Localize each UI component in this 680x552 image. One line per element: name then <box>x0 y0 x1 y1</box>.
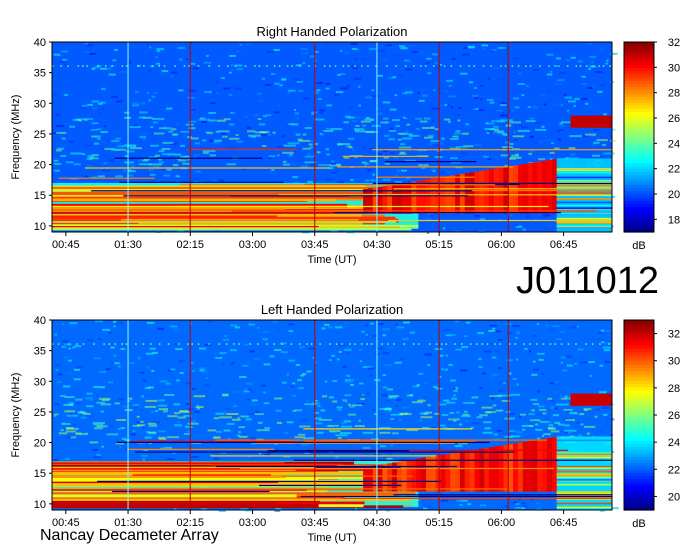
colorbar-tick-label: 30 <box>668 356 680 368</box>
x-tick-label: 05:15 <box>425 239 453 251</box>
colorbar-tick-label: 28 <box>668 383 680 395</box>
emission-patch <box>570 115 612 128</box>
y-tick-label: 40 <box>34 37 46 49</box>
x-tick-label: 06:45 <box>550 517 578 529</box>
y-tick-label: 15 <box>34 190 46 202</box>
y-tick-label: 25 <box>34 129 46 141</box>
colorbar-tick-label: 32 <box>668 37 680 49</box>
x-tick-label: 03:00 <box>239 517 267 529</box>
y-axis-label: Frequency (MHz) <box>10 95 22 180</box>
colorbar-tick-label: 32 <box>668 329 680 341</box>
x-tick-label: 06:00 <box>488 239 516 251</box>
colorbar-tick-label: 20 <box>668 189 680 201</box>
emission-patch <box>570 393 612 406</box>
x-axis: 00:45 01:30 02:15 03:00 03:45 04:30 05:15 06:00… <box>52 232 577 266</box>
x-tick-label: 03:45 <box>301 239 329 251</box>
colorbar-tick-label: 24 <box>668 138 680 150</box>
y-tick-label: 30 <box>34 376 46 388</box>
x-axis-label: Time (UT) <box>307 532 356 544</box>
y-axis-label: Frequency (MHz) <box>10 373 22 458</box>
colorbar-tick-label: 30 <box>668 62 680 74</box>
x-tick-label: 05:15 <box>425 517 453 529</box>
y-tick-label: 10 <box>34 499 46 511</box>
x-tick-label: 01:30 <box>114 239 142 251</box>
x-tick-label: 06:00 <box>488 517 516 529</box>
y-tick-label: 35 <box>34 68 46 80</box>
colorbar-tick-label: 20 <box>668 491 680 503</box>
x-tick-label: 03:00 <box>239 239 267 251</box>
x-tick-label: 06:45 <box>550 239 578 251</box>
colorbar-tick-label: 26 <box>668 113 680 125</box>
colorbar-tick-label: 28 <box>668 88 680 100</box>
panel-title: Right Handed Polarization <box>256 24 407 39</box>
y-axis: 10 15 20 25 30 35 40 Frequency (MHz) <box>10 37 52 233</box>
colorbar: 20 22 24 26 28 30 32 dB <box>623 319 680 530</box>
y-tick-label: 10 <box>34 221 46 233</box>
y-tick-label: 25 <box>34 407 46 419</box>
y-tick-label: 15 <box>34 468 46 480</box>
instrument-label: Nancay Decameter Array <box>40 527 219 544</box>
x-axis-label: Time (UT) <box>307 254 356 266</box>
x-tick-label: 04:30 <box>363 517 391 529</box>
colorbar-tick-label: 22 <box>668 164 680 176</box>
panel-title: Left Handed Polarization <box>261 302 403 317</box>
colorbar-label: dB <box>632 240 645 252</box>
y-tick-label: 20 <box>34 160 46 172</box>
colorbar-tick-label: 22 <box>668 464 680 476</box>
colorbar: 18 20 22 24 26 28 30 32 dB <box>623 37 680 252</box>
x-tick-label: 02:15 <box>177 239 205 251</box>
panel-right-polarization: 10152025303540Frequency (MHz)00:45 01:30 0… <box>10 24 680 266</box>
y-tick-label: 40 <box>34 315 46 327</box>
colorbar-tick-label: 24 <box>668 437 680 449</box>
x-tick-label: 00:45 <box>52 239 80 251</box>
source-id-label: J011012 <box>516 260 659 302</box>
y-axis: 10 15 20 25 30 35 40 Frequency (MHz) <box>10 315 52 511</box>
colorbar-tick-label: 26 <box>668 410 680 422</box>
y-tick-label: 30 <box>34 98 46 110</box>
panel-left-polarization: 10152025303540Frequency (MHz)00:45 01:30 0… <box>10 302 680 544</box>
colorbar-tick-label: 18 <box>668 214 680 226</box>
colorbar-label: dB <box>632 518 645 530</box>
x-tick-label: 03:45 <box>301 517 329 529</box>
y-tick-label: 35 <box>34 346 46 358</box>
x-tick-label: 04:30 <box>363 239 391 251</box>
y-tick-label: 20 <box>34 438 46 450</box>
